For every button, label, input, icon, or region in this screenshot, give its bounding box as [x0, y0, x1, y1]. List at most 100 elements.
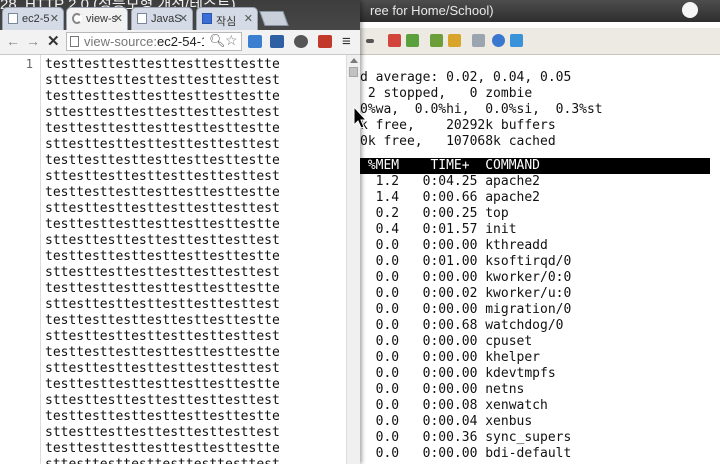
source-line: sttesttesttesttesttesttesttest	[45, 201, 280, 216]
back-arrow-icon[interactable]: ←	[6, 33, 20, 49]
source-line: testtesttesttesttesttesttestte	[45, 409, 280, 424]
scroll-thumb[interactable]	[349, 67, 358, 77]
source-line: testtesttesttesttesttesttestte	[45, 121, 280, 136]
bookmark-star-icon[interactable]: ☆	[225, 33, 238, 49]
address-bar[interactable]: view-source:ec2-54-19 🔍︎ ☆	[66, 32, 242, 51]
url-text[interactable]: view-source:ec2-54-19	[84, 34, 204, 49]
help-icon[interactable]	[492, 34, 505, 47]
process-row: 0.2 0:00.25 top	[360, 206, 509, 221]
tab-label: ec2-5	[22, 13, 50, 25]
view-source-content: 1 testtesttesttesttesttesttestte sttestte…	[0, 55, 346, 464]
page-icon	[137, 13, 147, 24]
window-control-button[interactable]	[682, 2, 698, 18]
source-line: sttesttesttesttesttesttesttest	[45, 457, 345, 464]
source-line: testtesttesttesttesttesttestte	[45, 217, 280, 232]
print-icon[interactable]	[472, 34, 485, 47]
summary-line: 2 stopped, 0 zombie	[360, 86, 533, 101]
close-icon[interactable]: ✕	[50, 12, 59, 25]
process-table-header: %MEM TIME+ COMMAND	[360, 158, 710, 174]
loading-spinner-icon	[72, 13, 82, 24]
terminal-titlebar[interactable]: ree for Home/School)	[360, 0, 720, 22]
source-line: testtesttesttesttesttesttestte	[45, 377, 280, 392]
tab-korean[interactable]: 작심 ✕	[196, 7, 258, 30]
source-line: sttesttesttesttesttesttesttest	[45, 329, 280, 344]
extension-icon[interactable]	[294, 35, 308, 48]
extension-icon[interactable]	[270, 35, 284, 48]
source-line: sttesttesttesttesttesttesttest	[45, 393, 280, 408]
source-line: sttesttesttesttesttesttesttest	[45, 137, 280, 152]
process-row: 0.0 0:00.08 xenwatch	[360, 398, 548, 413]
tab-javascript[interactable]: JavaS ✕	[131, 7, 193, 30]
process-row: 0.4 0:01.57 init	[360, 222, 517, 237]
blue-app-icon	[202, 13, 212, 24]
terminal-output: d average: 0.02, 0.04, 0.05 2 stopped, 0…	[360, 70, 720, 462]
process-row: 0.0 0:00.68 watchdog/0	[360, 318, 564, 333]
source-line: testtesttesttesttesttesttestte	[45, 249, 280, 264]
summary-line: 0k free, 107068k cached	[360, 134, 556, 149]
process-row: 0.0 0:00.00 bdi-default	[360, 446, 572, 461]
source-line: testtesttesttesttesttesttestte	[45, 441, 280, 456]
source-text: testtesttesttesttesttesttestte sttesttest…	[45, 57, 345, 464]
green-tool-icon[interactable]	[406, 34, 419, 47]
source-line: sttesttesttesttesttesttesttest	[45, 297, 280, 312]
close-icon[interactable]: ✕	[114, 12, 123, 25]
process-row: 1.2 0:04.25 apache2	[360, 174, 541, 189]
close-icon[interactable]: ✕	[244, 12, 253, 25]
summary-line: d average: 0.02, 0.04, 0.05	[360, 70, 572, 85]
tab-ec2[interactable]: ec2-5 ✕	[2, 7, 64, 30]
source-line: testtesttesttesttesttesttestte	[45, 89, 280, 104]
process-row: 0.0 0:00.04 xenbus	[360, 414, 533, 429]
summary-line: k free, 20292k buffers	[360, 118, 556, 133]
summary-line: 0%wa, 0.0%hi, 0.0%si, 0.3%st	[360, 102, 603, 117]
url-scheme: view-source:	[84, 34, 157, 49]
scroll-up-arrow-icon[interactable]	[350, 58, 358, 63]
process-row: 0.0 0:00.02 kworker/u:0	[360, 286, 572, 301]
tab-strip: ec2-5 ✕ view-s ✕ JavaS ✕ 작심 ✕	[0, 7, 360, 30]
extension-icon[interactable]	[248, 35, 262, 48]
chat-icon[interactable]	[510, 34, 523, 47]
process-row: 0.0 0:01.00 ksoftirqd/0	[360, 254, 572, 269]
process-row: 0.0 0:00.00 cpuset	[360, 334, 533, 349]
process-row: 0.0 0:00.00 kdevtmpfs	[360, 366, 556, 381]
process-row: 0.0 0:00.00 netns	[360, 382, 525, 397]
source-line: testtesttesttesttesttesttestte	[45, 313, 280, 328]
menu-icon[interactable]: ≡	[342, 33, 351, 50]
source-line: sttesttesttesttesttesttesttest	[45, 233, 280, 248]
process-row: 0.0 0:00.36 sync_supers	[360, 430, 572, 445]
window-frame: 28. HTTP 2.0 (성능모형 개선/테스트) ec2-5 ✕ view-…	[0, 0, 360, 30]
source-line: sttesttesttesttesttesttesttest	[45, 265, 280, 280]
extension-icon[interactable]	[318, 35, 332, 48]
process-row: 0.0 0:00.00 migration/0	[360, 302, 572, 317]
terminal-toolbar	[360, 28, 720, 55]
process-row: 1.4 0:00.66 apache2	[360, 190, 541, 205]
source-line: testtesttesttesttesttesttestte	[45, 281, 280, 296]
terminal-window[interactable]: ree for Home/School) d average: 0.02, 0.…	[360, 0, 720, 464]
grid-icon[interactable]	[430, 34, 443, 47]
source-line: sttesttesttesttesttesttesttest	[45, 425, 280, 440]
tab-view-source[interactable]: view-s ✕	[66, 7, 128, 30]
tab-label: view-s	[86, 13, 118, 25]
mouse-pointer-icon	[353, 106, 368, 129]
url-host: ec2-54-19	[156, 34, 204, 49]
forward-arrow-icon[interactable]: →	[26, 33, 40, 49]
source-line: sttesttesttesttesttesttesttest	[45, 105, 280, 120]
process-table: 1.2 0:04.25 apache2 1.4 0:00.66 apache2 …	[360, 174, 720, 462]
dropdown-arrow-icon[interactable]	[366, 39, 374, 43]
process-row: 0.0 0:00.00 kworker/0:0	[360, 270, 572, 285]
source-line: testtesttesttesttesttesttestte	[45, 185, 280, 200]
red-tool-icon[interactable]	[388, 34, 401, 47]
lock-icon[interactable]	[448, 34, 461, 47]
close-icon[interactable]: ✕	[179, 12, 188, 25]
source-line: sttesttesttesttesttesttesttest	[45, 169, 280, 184]
page-icon	[8, 13, 18, 24]
page-icon	[70, 36, 79, 47]
source-line: testtesttesttesttesttesttestte	[45, 153, 280, 168]
reload-icon[interactable]: ✕	[47, 32, 60, 50]
browser-window[interactable]: 28. HTTP 2.0 (성능모형 개선/테스트) ec2-5 ✕ view-…	[0, 0, 360, 464]
source-line: testtesttesttesttesttesttestte	[45, 57, 280, 72]
new-tab-button[interactable]	[259, 11, 289, 26]
source-line: sttesttesttesttesttesttesttest	[45, 361, 280, 376]
terminal-title: ree for Home/School)	[370, 3, 494, 18]
source-line: testtesttesttesttesttesttestte	[45, 345, 280, 360]
zoom-icon[interactable]: 🔍︎	[209, 33, 226, 49]
